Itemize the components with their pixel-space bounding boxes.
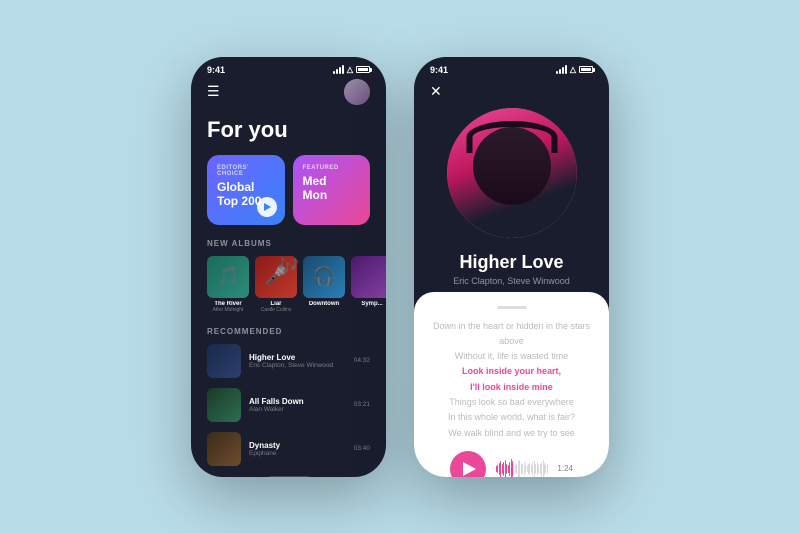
time-2: 9:41 — [430, 65, 448, 75]
battery-icon-2 — [579, 66, 593, 73]
wifi-icon-2: △ — [570, 65, 576, 74]
play-icon — [463, 462, 476, 476]
lyric-3: Look inside your heart, — [432, 364, 591, 379]
album-art-large — [447, 108, 577, 238]
lyrics-card: Down in the heart or hidden in the stars… — [414, 292, 609, 477]
play-button[interactable] — [450, 451, 486, 477]
song-artist: Eric Clapton, Steve Winwood — [414, 276, 609, 286]
album-item-4[interactable]: 🎶 Symp... — [351, 256, 386, 313]
lyrics-handle — [497, 306, 527, 309]
lyric-7: We walk blind and we try to see — [432, 426, 591, 441]
lyric-1: Down in the heart or hidden in the stars… — [432, 319, 591, 350]
phone-browse: 9:41 △ ☰ For yo — [191, 57, 386, 477]
close-button[interactable]: ✕ — [430, 83, 442, 100]
player-header: ✕ — [414, 79, 609, 108]
status-bar-2: 9:41 △ — [414, 57, 609, 79]
album-art-detail-4: 🎶 — [351, 256, 386, 298]
lyric-5: Things look so bad everywhere — [432, 395, 591, 410]
player-controls: 1:24 — [432, 441, 591, 477]
time-elapsed: 1:24 — [557, 464, 573, 473]
status-icons-2: △ — [556, 65, 593, 74]
albums-row: 🎵 The River After Midnight 🎤 Liar Castle… — [207, 256, 370, 313]
lyric-4: I'll look inside mine — [432, 380, 591, 395]
lyric-6: In this whole world, what is fair? — [432, 410, 591, 425]
waveform[interactable] — [496, 457, 547, 477]
album-art-photo — [447, 108, 577, 238]
phones-container: 9:41 △ ☰ For yo — [191, 57, 609, 477]
phone-player: 9:41 △ ✕ — [414, 57, 609, 477]
song-title: Higher Love — [414, 252, 609, 273]
lyric-2: Without it, life is wasted time — [432, 349, 591, 364]
